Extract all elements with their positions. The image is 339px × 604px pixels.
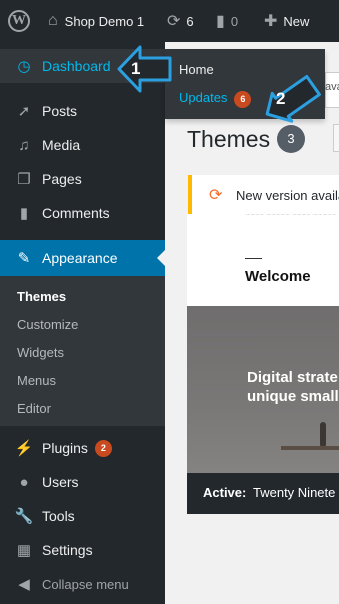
sidebar-item-media[interactable]: ♫ Media (0, 128, 165, 162)
callout-number-1: 1 (131, 59, 141, 78)
update-notice-text: New version availa (236, 188, 339, 203)
sidebar-item-label: Media (42, 137, 81, 153)
new-content-link[interactable]: ✚ New (264, 0, 309, 42)
collapse-menu-button[interactable]: ◀ Collapse menu (0, 567, 165, 601)
wordpress-menu[interactable]: W (8, 0, 36, 42)
settings-icon: ▦ (16, 542, 32, 559)
active-label: Active: (203, 485, 247, 500)
paintbrush-icon: ✎ (17, 250, 31, 267)
wrench-icon: 🔧 (14, 508, 34, 525)
active-theme-card[interactable]: ~~~~ ~~~~~ ~~~~ ~~~~~ Welcome Digital st… (187, 214, 339, 514)
comment-icon: ▮ (216, 13, 225, 30)
updates-link[interactable]: ⟳ 6 (167, 0, 194, 42)
callout-arrow-2 (265, 75, 321, 123)
theme-preview-image: Digital strate unique small (187, 306, 339, 473)
sidebar-item-posts[interactable]: ➚ Posts (0, 94, 165, 128)
update-icon: ⟳ (209, 187, 223, 204)
wordpress-logo-icon: W (8, 10, 30, 32)
sidebar-item-label: Dashboard (42, 58, 111, 74)
active-theme-bar: Active: Twenty Ninete (187, 473, 339, 514)
new-label: New (283, 13, 310, 29)
pages-icon: ❐ (17, 171, 31, 188)
add-new-button[interactable] (333, 124, 339, 152)
sidebar-item-plugins[interactable]: ⚡ Plugins 2 (0, 431, 165, 465)
sidebar-item-label: Plugins (42, 440, 88, 456)
headline-line-1: Digital strate (247, 369, 338, 386)
table-shape (281, 446, 339, 450)
users-icon: ● (19, 473, 29, 491)
vase-shape (320, 422, 326, 446)
plus-icon: ✚ (264, 13, 278, 30)
active-theme-name: Twenty Ninete (253, 485, 336, 500)
sidebar-item-settings[interactable]: ▦ Settings (0, 533, 165, 567)
updates-badge: 6 (234, 91, 252, 108)
submenu-item-editor[interactable]: Editor (17, 401, 51, 416)
callout-number-2: 2 (276, 89, 286, 108)
comments-count: 0 (230, 13, 239, 29)
updates-count: 6 (186, 13, 194, 29)
sidebar-item-users[interactable]: ● Users (0, 465, 165, 499)
headline-line-2: unique small (247, 388, 339, 405)
sidebar-item-label: Tools (42, 508, 75, 524)
dashboard-icon: ◷ (17, 58, 31, 75)
admin-bar: W ⌂ Shop Demo 1 ⟳ 6 ▮ 0 ✚ New (0, 0, 339, 42)
search-input-value: ava (325, 81, 339, 93)
sidebar-item-pages[interactable]: ❐ Pages (0, 162, 165, 196)
submenu-item-menus[interactable]: Menus (17, 373, 56, 388)
submenu-item-widgets[interactable]: Widgets (17, 345, 64, 360)
plug-icon: ⚡ (14, 440, 34, 457)
home-icon: ⌂ (48, 12, 58, 29)
sidebar-item-tools[interactable]: 🔧 Tools (0, 499, 165, 533)
site-name-label: Shop Demo 1 (64, 13, 145, 29)
update-notice: ⟳ New version availa (188, 175, 339, 215)
sidebar-item-label: Settings (42, 542, 93, 558)
sidebar-item-appearance[interactable]: ✎ Appearance (0, 240, 165, 276)
admin-sidebar: ◷ Dashboard ➚ Posts ♫ Media ❐ Pages ▮ Co… (0, 42, 165, 604)
refresh-icon: ⟳ (167, 13, 181, 30)
current-menu-pointer (157, 250, 165, 266)
comments-link[interactable]: ▮ 0 (216, 0, 238, 42)
flyout-item-updates[interactable]: Updates 6 (179, 90, 252, 108)
submenu-item-themes[interactable]: Themes (17, 289, 66, 304)
sidebar-item-label: Posts (42, 103, 78, 119)
theme-preview-headline: Digital strate unique small (247, 368, 339, 406)
collapse-arrow-icon: ◀ (18, 576, 30, 593)
site-name-link[interactable]: ⌂ Shop Demo 1 (48, 0, 144, 42)
sidebar-item-label: Appearance (42, 250, 118, 266)
sidebar-item-label: Pages (42, 171, 82, 187)
theme-preview-welcome: Welcome (245, 268, 311, 285)
sidebar-item-comments[interactable]: ▮ Comments (0, 196, 165, 230)
callout-arrow-1 (117, 45, 172, 93)
divider (245, 258, 262, 259)
theme-preview-faint-text: ~~~~ ~~~~~ ~~~~ ~~~~~ (245, 214, 336, 219)
comment-icon: ▮ (19, 205, 29, 222)
collapse-menu-label: Collapse menu (42, 576, 129, 592)
flyout-item-home[interactable]: Home (179, 62, 214, 77)
appearance-submenu: Themes Customize Widgets Menus Editor (0, 276, 165, 426)
pushpin-icon: ➚ (17, 103, 31, 120)
sidebar-item-label: Comments (42, 205, 110, 221)
media-icon: ♫ (18, 136, 30, 154)
plugins-update-badge: 2 (94, 439, 112, 457)
flyout-updates-label: Updates (179, 90, 228, 105)
submenu-item-customize[interactable]: Customize (17, 317, 78, 332)
sidebar-item-label: Users (42, 474, 79, 490)
